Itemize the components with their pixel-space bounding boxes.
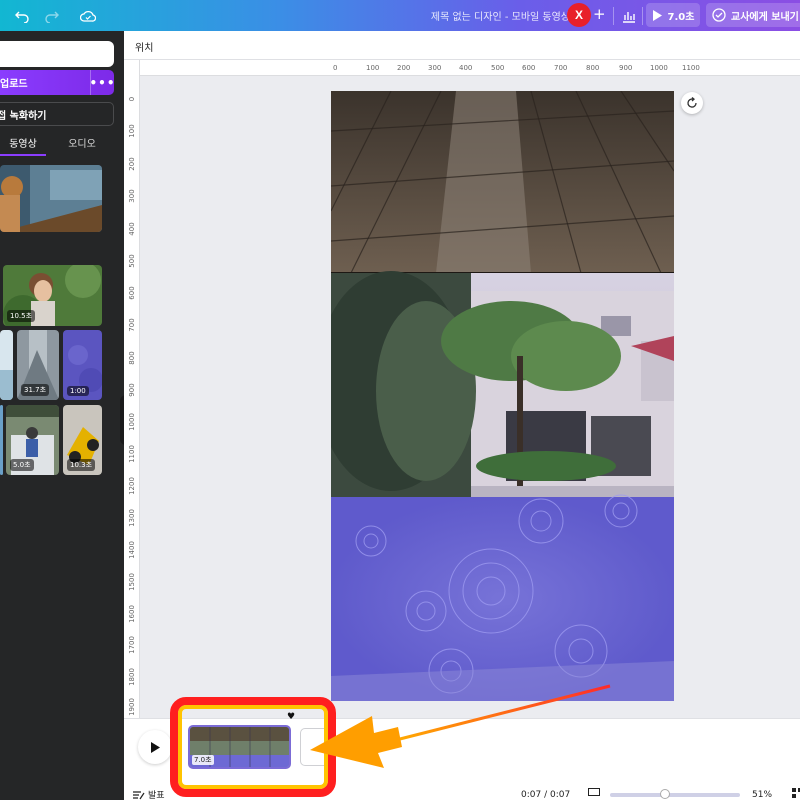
vertical-ruler: 0 100 200 300 400 500 600 700 800 900 10… [124,60,140,718]
ruler-tick: 200 [128,157,136,171]
record-label: 접 녹화하기 [0,110,47,122]
ruler-tick: 0 [333,64,338,72]
video-thumbnail[interactable] [0,330,13,400]
divider [642,7,643,25]
ruler-tick: 1000 [650,64,668,72]
ruler-tick: 800 [128,351,136,365]
undo-icon[interactable] [12,6,32,26]
ruler-tick: 600 [522,64,536,72]
grid-view-icon[interactable] [792,788,800,798]
ruler-tick: 100 [366,64,380,72]
ruler-tick: 1900 [128,698,136,716]
side-panel: 업로드 ••• 접 녹화하기 동영상 오디오 10.5초 31.7초 1:00 … [0,31,124,800]
ruler-tick: 1800 [128,668,136,686]
check-circle-icon [712,8,726,22]
cloud-save-icon[interactable] [78,6,98,26]
ruler-tick: 300 [128,189,136,203]
rain-water-clip[interactable] [331,494,674,701]
ruler-tick: 900 [128,383,136,397]
video-thumbnail[interactable]: 10.3초 [63,405,102,475]
ruler-tick: 1600 [128,605,136,623]
design-title[interactable]: 제목 없는 디자인 - 모바일 동영상 [380,8,570,23]
ruler-tick: 500 [491,64,505,72]
divider [613,7,614,25]
play-preview-button[interactable]: 7.0초 [646,3,700,27]
pavement-clip[interactable] [331,91,674,274]
ruler-tick: 0 [128,96,136,102]
ruler-tick: 1100 [128,445,136,463]
record-yourself-button[interactable]: 접 녹화하기 [0,102,114,126]
timeline-play-button[interactable] [138,730,172,764]
zoom-slider-handle[interactable] [660,789,670,799]
ruler-tick: 100 [128,124,136,138]
duration-badge: 1:00 [67,386,89,396]
ruler-tick: 1100 [682,64,700,72]
send-to-teacher-button[interactable]: 교사에게 보내기 [706,3,800,27]
ruler-tick: 700 [128,318,136,332]
top-bar: 제목 없는 디자인 - 모바일 동영상 X + 7.0초 교사에게 보내기 [0,0,800,31]
video-thumbnail[interactable]: 5.0초 [6,405,59,475]
more-options-icon[interactable]: ••• [90,70,115,95]
play-icon [151,741,160,753]
send-teacher-label: 교사에게 보내기 [731,11,799,23]
refresh-icon[interactable] [681,92,703,114]
play-duration: 7.0초 [667,11,695,23]
zoom-level[interactable]: 51% [752,790,772,800]
ruler-tick: 800 [586,64,600,72]
notes-icon [133,790,145,799]
zoom-slider[interactable] [610,793,740,797]
duration-badge: 10.5초 [7,310,36,322]
tab-audio[interactable]: 오디오 [52,135,112,155]
horizontal-ruler: 0 100 200 300 400 500 600 700 800 900 10… [140,60,800,76]
avatar[interactable]: X [567,3,591,27]
ruler-tick: 400 [459,64,473,72]
video-thumbnail[interactable]: 31.7초 [17,330,59,400]
ruler-tick: 900 [619,64,633,72]
video-thumbnail[interactable] [0,165,102,232]
timeline-toggle-icon[interactable] [588,788,600,797]
ruler-tick: 400 [128,222,136,236]
timecode: 0:07 / 0:07 [521,790,571,800]
ruler-tick: 300 [428,64,442,72]
position-button[interactable]: 위치 [135,39,153,54]
ruler-tick: 200 [397,64,411,72]
ruler-tick: 1200 [128,477,136,495]
ruler-tick: 700 [554,64,568,72]
insights-chart-icon[interactable] [619,6,639,26]
ruler-tick: 1000 [128,413,136,431]
redo-icon[interactable] [42,6,62,26]
editor-toolbar: 위치 [124,31,800,60]
ruler-tick: 1300 [128,509,136,527]
upload-label: 업로드 [0,79,28,90]
tree-clip[interactable] [331,271,674,497]
upload-button[interactable]: 업로드 ••• [0,70,115,95]
notes-button[interactable]: 발표 [133,788,165,800]
ruler-tick: 1400 [128,541,136,559]
ruler-tick: 500 [128,254,136,268]
notes-label: 발표 [148,791,165,800]
duration-badge: 5.0초 [10,459,34,471]
ruler-tick: 600 [128,286,136,300]
duration-badge: 10.3초 [67,459,96,471]
design-page[interactable] [331,91,674,701]
editor-screen: { "topbar": { "title": "제목 없는 디자인 - 모바일 … [0,0,800,800]
add-collaborator-button[interactable]: + [593,5,606,23]
ruler-tick: 1700 [128,636,136,654]
play-icon [652,9,662,21]
highlight-box [170,697,336,797]
duration-badge: 31.7초 [21,384,50,396]
video-thumbnail[interactable]: 10.5초 [3,265,102,326]
ruler-tick: 1500 [128,573,136,591]
search-input[interactable] [0,41,114,67]
video-thumbnail[interactable]: 1:00 [63,330,102,400]
tab-videos[interactable]: 동영상 [0,135,46,155]
active-tab-indicator [0,154,46,156]
video-thumbnail[interactable] [0,405,3,475]
